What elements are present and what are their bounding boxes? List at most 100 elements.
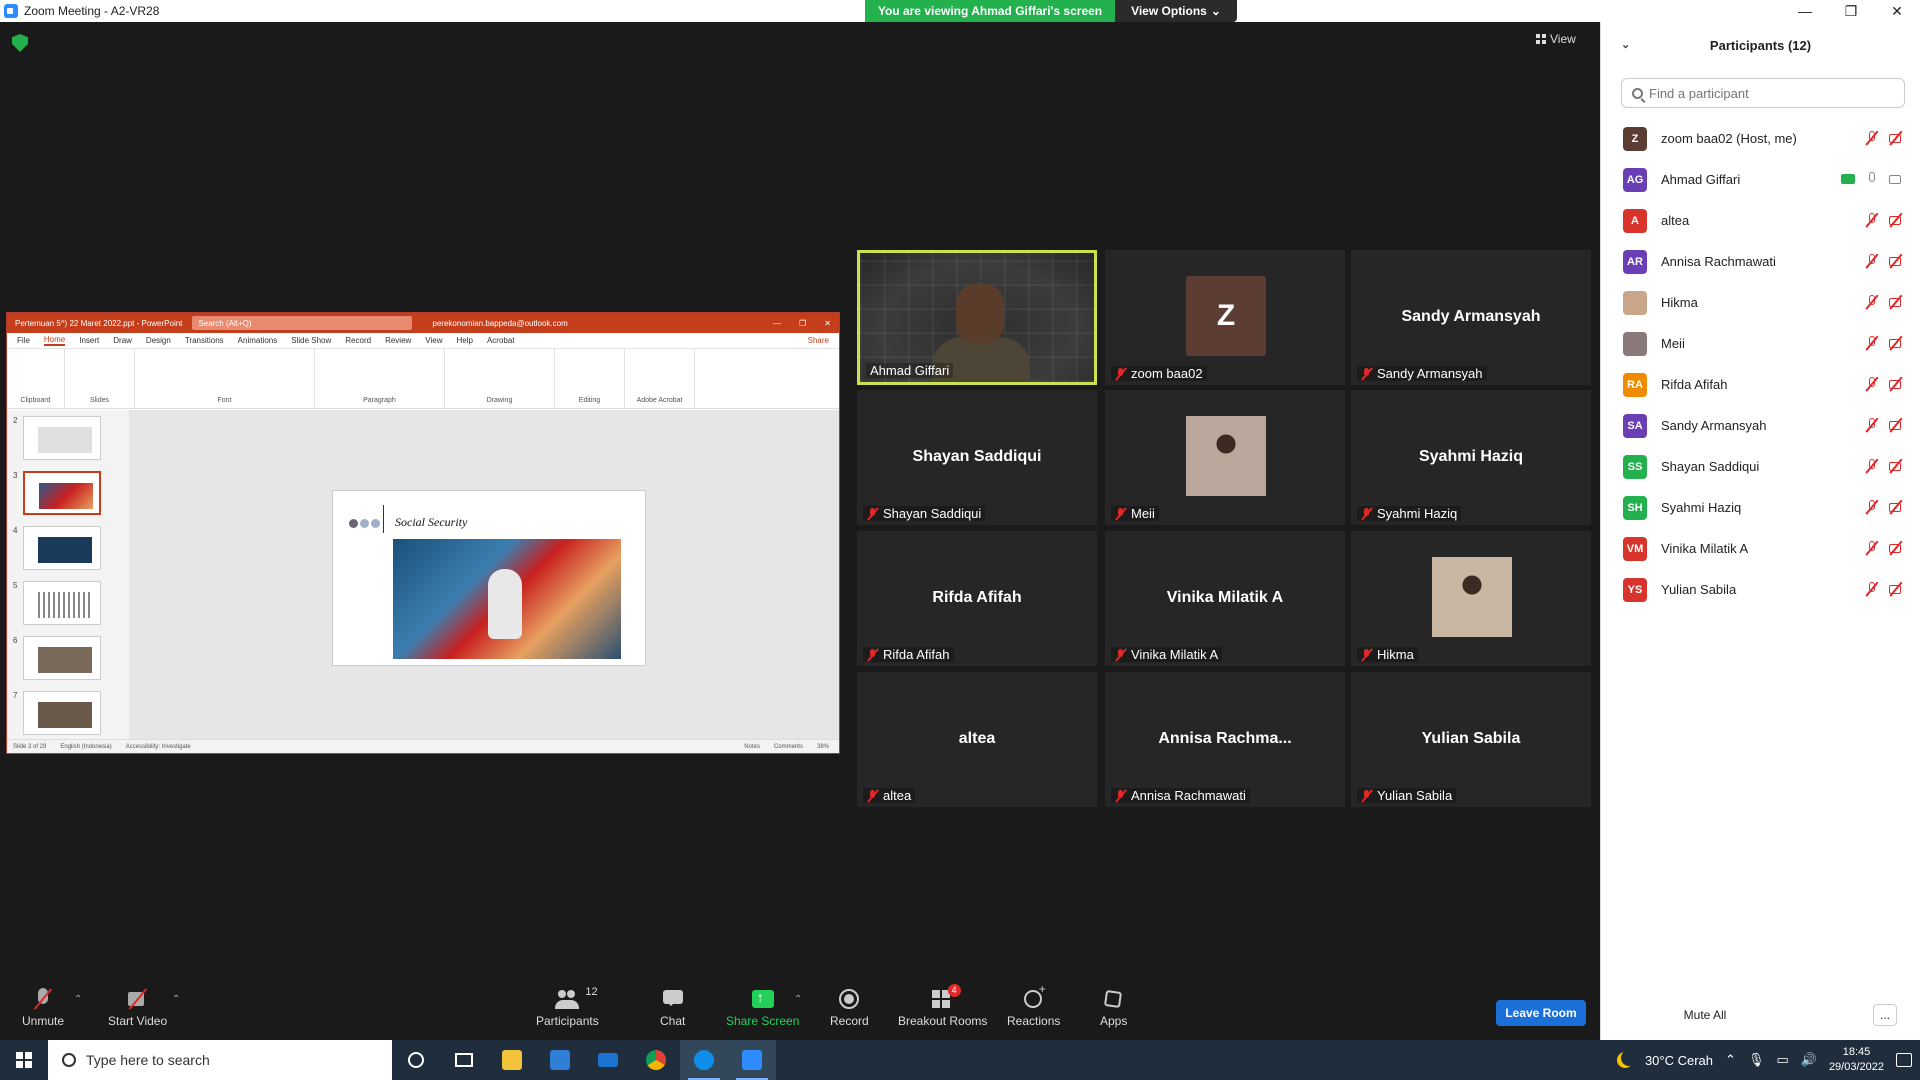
shared-screen[interactable]: Pertemuan 5^) 22 Maret 2022.ppt - PowerP… [6,312,840,754]
ppt-tab[interactable]: Slide Show [291,336,331,345]
ppt-tab[interactable]: Review [385,336,411,345]
participant-row[interactable]: Aaltea [1601,200,1920,241]
slide-thumbnail[interactable] [23,416,102,460]
apps-button[interactable]: Apps [1100,988,1127,1028]
task-view-button[interactable] [440,1040,488,1080]
tray-chevron-icon[interactable]: ⌃ [1725,1052,1736,1068]
video-tile[interactable]: Sandy Armansyah Sandy Armansyah [1351,250,1591,385]
participant-name: Shayan Saddiqui [1661,459,1760,474]
ppt-tab[interactable]: View [425,336,442,345]
participant-row[interactable]: Meii [1601,323,1920,364]
teamviewer-icon [694,1050,714,1070]
slide-thumbnail-row[interactable]: 5 [13,581,117,627]
participant-row[interactable]: YS Yulian Sabila [1601,569,1920,610]
encryption-shield-icon[interactable] [12,34,28,52]
store-button[interactable] [536,1040,584,1080]
ppt-search-box[interactable]: Search (Alt+Q) [192,316,413,330]
participant-row[interactable]: AG Ahmad Giffari [1601,159,1920,200]
unmute-button[interactable]: Unmute [22,988,64,1028]
record-button[interactable]: Record [830,988,869,1028]
view-options-button[interactable]: View Options ⌄ [1115,0,1237,22]
ppt-tab[interactable]: Animations [238,336,278,345]
ppt-notes: Notes [744,743,760,750]
ppt-tab[interactable]: Draw [113,336,132,345]
ppt-tab[interactable]: Insert [79,336,99,345]
audio-options-caret-icon[interactable]: ⌃ [74,994,82,1005]
file-explorer-button[interactable] [488,1040,536,1080]
participants-button[interactable]: 12 Participants [536,986,599,1028]
participant-row[interactable]: AR Annisa Rachmawati [1601,241,1920,282]
maximize-button[interactable]: ❐ [1828,0,1874,22]
video-tile[interactable]: Syahmi Haziq Syahmi Haziq [1351,390,1591,525]
mail-button[interactable] [584,1040,632,1080]
notifications-icon[interactable] [1896,1053,1912,1067]
video-tile[interactable]: Yulian Sabila Yulian Sabila [1351,672,1591,807]
participant-search[interactable] [1621,78,1905,108]
slide-thumbnail-row[interactable]: 4 [13,526,117,572]
slide-thumbnail[interactable] [23,471,102,515]
participant-row[interactable]: SH Syahmi Haziq [1601,487,1920,528]
teamviewer-button[interactable] [680,1040,728,1080]
ppt-share-button[interactable]: Share [808,336,829,345]
ppt-tab[interactable]: Record [345,336,371,345]
video-tile[interactable]: Ahmad Giffari [857,250,1097,385]
video-tile[interactable]: Shayan Saddiqui Shayan Saddiqui [857,390,1097,525]
chat-button[interactable]: Chat [660,988,685,1028]
close-button[interactable]: ✕ [1874,0,1920,22]
slide-thumbnail-row[interactable]: 2 [13,416,117,462]
clock[interactable]: 18:45 29/03/2022 [1829,1045,1884,1075]
share-screen-button[interactable]: Share Screen [726,988,799,1028]
more-options-button[interactable]: ... [1873,1004,1897,1026]
tile-name: Shayan Saddiqui [883,506,982,521]
video-tile[interactable]: altea altea [857,672,1097,807]
participant-row[interactable]: RA Rifda Afifah [1601,364,1920,405]
network-icon[interactable]: ▭ [1776,1052,1788,1068]
video-tile[interactable]: Hikma [1351,531,1591,666]
video-tile[interactable]: Meii [1105,390,1345,525]
view-layout-button[interactable]: View [1536,32,1576,46]
slide-thumbnail-row[interactable]: 7 [13,691,117,737]
participant-row[interactable]: SS Shayan Saddiqui [1601,446,1920,487]
video-options-caret-icon[interactable]: ⌃ [172,994,180,1005]
collapse-panel-chevron-icon[interactable]: ⌄ [1621,38,1630,51]
slide-thumbnail-row[interactable]: 3 [13,471,117,517]
start-button[interactable] [0,1040,48,1080]
slide-thumbnail[interactable] [23,526,102,570]
minimize-button[interactable]: — [1782,0,1828,22]
zoom-taskbar-button[interactable] [728,1040,776,1080]
slide-thumbnail-row[interactable]: 6 [13,636,117,682]
share-options-caret-icon[interactable]: ⌃ [794,994,802,1005]
start-video-button[interactable]: Start Video [108,988,167,1028]
ppt-tab[interactable]: Acrobat [487,336,515,345]
slide-thumbnail[interactable] [23,581,102,625]
volume-icon[interactable]: 🔊 [1801,1052,1817,1068]
video-tile[interactable]: Annisa Rachma... Annisa Rachmawati [1105,672,1345,807]
ppt-tab[interactable]: Home [43,335,66,346]
cortana-button[interactable] [392,1040,440,1080]
leave-room-button[interactable]: Leave Room [1496,1000,1586,1026]
ppt-tab[interactable]: Design [146,336,171,345]
chrome-button[interactable] [632,1040,680,1080]
microphone-icon[interactable]: 🎙 [1748,1052,1765,1068]
ppt-tab[interactable]: File [17,336,30,345]
ppt-tab[interactable]: Transitions [185,336,224,345]
participant-row[interactable]: Zzoom baa02 (Host, me) [1601,118,1920,159]
weather-text[interactable]: 30°C Cerah [1645,1053,1713,1068]
video-tile[interactable]: Vinika Milatik A Vinika Milatik A [1105,531,1345,666]
mute-all-button[interactable]: Mute All [1669,1002,1741,1028]
slide-thumbnail[interactable] [23,636,102,680]
start-video-label: Start Video [108,1014,168,1028]
video-off-icon [1889,500,1905,514]
video-tile[interactable]: Zzoom baa02 [1105,250,1345,385]
participant-row[interactable]: VM Vinika Milatik A [1601,528,1920,569]
participant-row[interactable]: Hikma [1601,282,1920,323]
ppt-tab[interactable]: Help [457,336,473,345]
taskbar-search[interactable]: Type here to search [48,1040,392,1080]
breakout-rooms-button[interactable]: 4 Breakout Rooms [898,984,987,1028]
participant-search-input[interactable] [1649,85,1889,101]
video-tile[interactable]: Rifda Afifah Rifda Afifah [857,531,1097,666]
participant-row[interactable]: SA Sandy Armansyah [1601,405,1920,446]
participant-status-icons [1865,500,1905,514]
reactions-button[interactable]: Reactions [1007,982,1060,1028]
slide-thumbnail[interactable] [23,691,102,735]
